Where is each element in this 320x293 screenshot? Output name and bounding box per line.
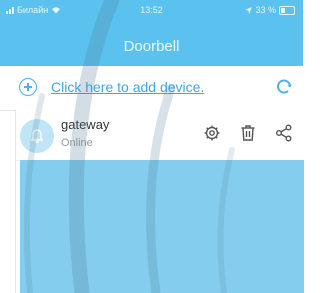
settings-icon[interactable] (202, 123, 222, 143)
add-device-row[interactable]: Click here to add device. (0, 66, 303, 111)
status-right: 33 % (245, 5, 295, 15)
device-avatar (20, 119, 54, 153)
add-circle-icon[interactable] (19, 78, 37, 96)
page-title: Doorbell (123, 38, 180, 55)
add-device-link[interactable]: Click here to add device. (51, 79, 204, 95)
bell-icon (30, 129, 44, 143)
delete-icon[interactable] (238, 123, 258, 143)
camera-preview[interactable] (20, 160, 304, 293)
battery-label: 33 % (255, 5, 276, 15)
device-card-header: gateway Online (16, 110, 304, 161)
device-card[interactable]: gateway Online (15, 110, 304, 293)
location-icon (245, 6, 253, 14)
battery-icon (279, 5, 295, 15)
app-header: Билайн 13:52 33 % Doorbell (0, 0, 303, 66)
status-bar: Билайн 13:52 33 % (0, 0, 303, 22)
refresh-icon[interactable] (275, 78, 293, 96)
share-icon[interactable] (274, 123, 294, 143)
device-status: Online (61, 137, 93, 149)
device-name: gateway (61, 117, 110, 132)
